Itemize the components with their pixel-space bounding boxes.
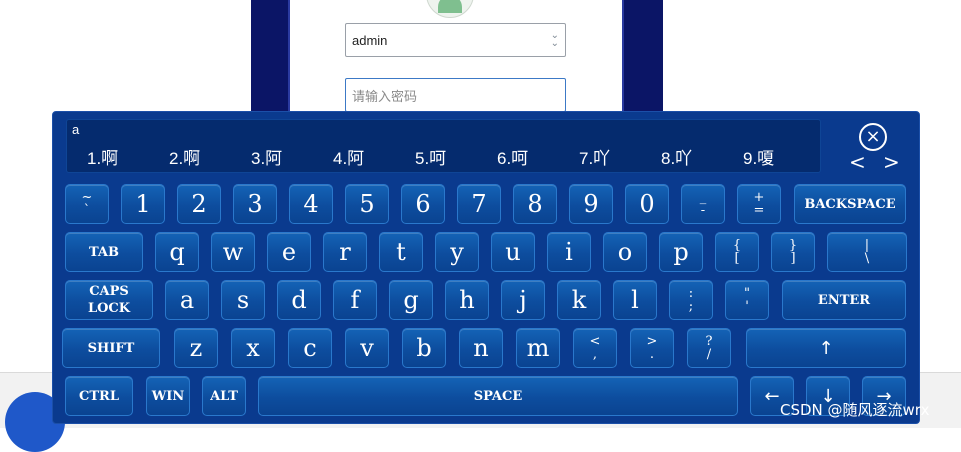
key-h[interactable]: h bbox=[445, 280, 489, 320]
key-m[interactable]: m bbox=[516, 328, 560, 368]
key-j[interactable]: j bbox=[501, 280, 545, 320]
candidate-bar: a 1.啊 2.啊 3.阿 4.阿 5.呵 6.呵 7.吖 8.吖 9.嗄 bbox=[66, 119, 821, 173]
key-alt[interactable]: ALT bbox=[202, 376, 246, 416]
password-placeholder: 请输入密码 bbox=[352, 88, 418, 104]
candidate-9[interactable]: 9.嗄 bbox=[743, 144, 774, 169]
key-a[interactable]: a bbox=[165, 280, 209, 320]
key-n[interactable]: n bbox=[459, 328, 503, 368]
key-4[interactable]: 4 bbox=[289, 184, 333, 224]
key-9[interactable]: 9 bbox=[569, 184, 613, 224]
next-page-icon[interactable]: > bbox=[883, 150, 900, 174]
key-c[interactable]: c bbox=[288, 328, 332, 368]
key-w[interactable]: w bbox=[211, 232, 255, 272]
candidate-4[interactable]: 4.阿 bbox=[333, 144, 364, 169]
key-enter[interactable]: ENTER bbox=[782, 280, 906, 320]
key-open-bracket[interactable]: { [ bbox=[715, 232, 759, 272]
key-q[interactable]: q bbox=[155, 232, 199, 272]
username-select[interactable]: admin ⌄ ⌄ bbox=[345, 23, 566, 57]
key-semicolon[interactable]: : ; bbox=[669, 280, 713, 320]
key-7[interactable]: 7 bbox=[457, 184, 501, 224]
username-value: admin bbox=[352, 32, 388, 48]
key-o[interactable]: o bbox=[603, 232, 647, 272]
candidate-2[interactable]: 2.啊 bbox=[169, 144, 200, 169]
key-s[interactable]: s bbox=[221, 280, 265, 320]
key-minus[interactable]: _ - bbox=[681, 184, 725, 224]
key-arrow-up[interactable]: ↑ bbox=[746, 328, 906, 368]
key-t[interactable]: t bbox=[379, 232, 423, 272]
key-d[interactable]: d bbox=[277, 280, 321, 320]
key-g[interactable]: g bbox=[389, 280, 433, 320]
candidate-7[interactable]: 7.吖 bbox=[579, 144, 610, 169]
candidate-8[interactable]: 8.吖 bbox=[661, 144, 692, 169]
prev-page-icon[interactable]: < bbox=[849, 150, 866, 174]
key-x[interactable]: x bbox=[231, 328, 275, 368]
key-shift[interactable]: SHIFT bbox=[62, 328, 160, 368]
key-5[interactable]: 5 bbox=[345, 184, 389, 224]
key-backslash[interactable]: | \ bbox=[827, 232, 907, 272]
user-avatar bbox=[426, 0, 474, 18]
key-slash[interactable]: ? / bbox=[687, 328, 731, 368]
candidate-6[interactable]: 6.呵 bbox=[497, 144, 528, 169]
password-input[interactable]: 请输入密码 bbox=[345, 78, 566, 112]
key-k[interactable]: k bbox=[557, 280, 601, 320]
candidate-1[interactable]: 1.啊 bbox=[87, 144, 118, 169]
key-f[interactable]: f bbox=[333, 280, 377, 320]
key-3[interactable]: 3 bbox=[233, 184, 277, 224]
key-space[interactable]: SPACE bbox=[258, 376, 738, 416]
csdn-watermark: CSDN @随风逐流wrx bbox=[780, 401, 930, 419]
candidate-3[interactable]: 3.阿 bbox=[251, 144, 282, 169]
candidate-5[interactable]: 5.呵 bbox=[415, 144, 446, 169]
key-1[interactable]: 1 bbox=[121, 184, 165, 224]
key-6[interactable]: 6 bbox=[401, 184, 445, 224]
key-e[interactable]: e bbox=[267, 232, 311, 272]
composition-text: a bbox=[72, 122, 80, 137]
key-tab[interactable]: TAB bbox=[65, 232, 143, 272]
key-0[interactable]: 0 bbox=[625, 184, 669, 224]
key-y[interactable]: y bbox=[435, 232, 479, 272]
key-8[interactable]: 8 bbox=[513, 184, 557, 224]
close-icon[interactable]: × bbox=[859, 123, 887, 151]
key-tilde[interactable]: ~ ` bbox=[65, 184, 109, 224]
key-z[interactable]: z bbox=[174, 328, 218, 368]
login-card: admin ⌄ ⌄ 请输入密码 bbox=[288, 0, 624, 120]
key-close-bracket[interactable]: } ] bbox=[771, 232, 815, 272]
key-l[interactable]: l bbox=[613, 280, 657, 320]
key-quote[interactable]: " ' bbox=[725, 280, 769, 320]
key-u[interactable]: u bbox=[491, 232, 535, 272]
double-chevron-down-icon: ⌄ ⌄ bbox=[550, 30, 559, 49]
key-period[interactable]: > . bbox=[630, 328, 674, 368]
key-equals[interactable]: + = bbox=[737, 184, 781, 224]
key-v[interactable]: v bbox=[345, 328, 389, 368]
key-caps-lock[interactable]: CAPS LOCK bbox=[65, 280, 153, 320]
key-ctrl[interactable]: CTRL bbox=[65, 376, 133, 416]
key-win[interactable]: WIN bbox=[146, 376, 190, 416]
key-backspace[interactable]: BACKSPACE bbox=[794, 184, 906, 224]
key-i[interactable]: i bbox=[547, 232, 591, 272]
key-p[interactable]: p bbox=[659, 232, 703, 272]
key-r[interactable]: r bbox=[323, 232, 367, 272]
key-2[interactable]: 2 bbox=[177, 184, 221, 224]
virtual-keyboard: a 1.啊 2.啊 3.阿 4.阿 5.呵 6.呵 7.吖 8.吖 9.嗄 × … bbox=[52, 111, 920, 424]
key-b[interactable]: b bbox=[402, 328, 446, 368]
key-comma[interactable]: < , bbox=[573, 328, 617, 368]
